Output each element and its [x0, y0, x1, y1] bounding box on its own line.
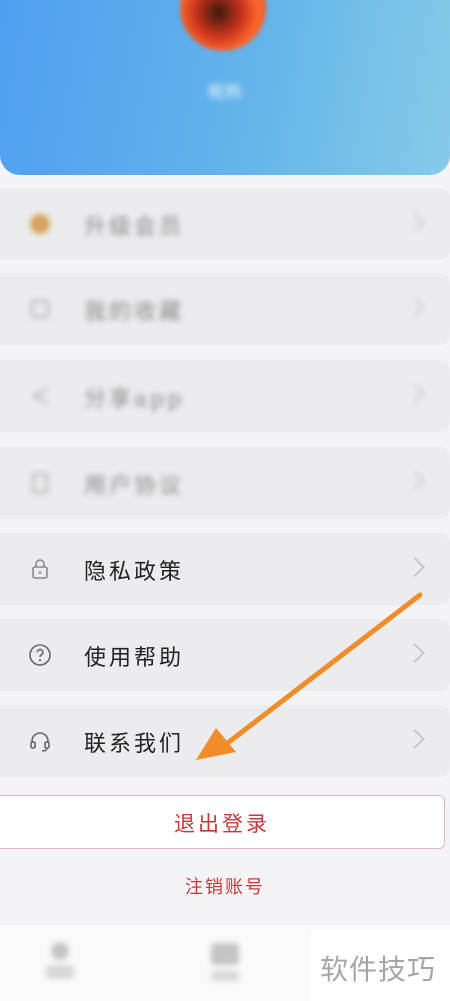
annotation-arrow [196, 592, 423, 760]
